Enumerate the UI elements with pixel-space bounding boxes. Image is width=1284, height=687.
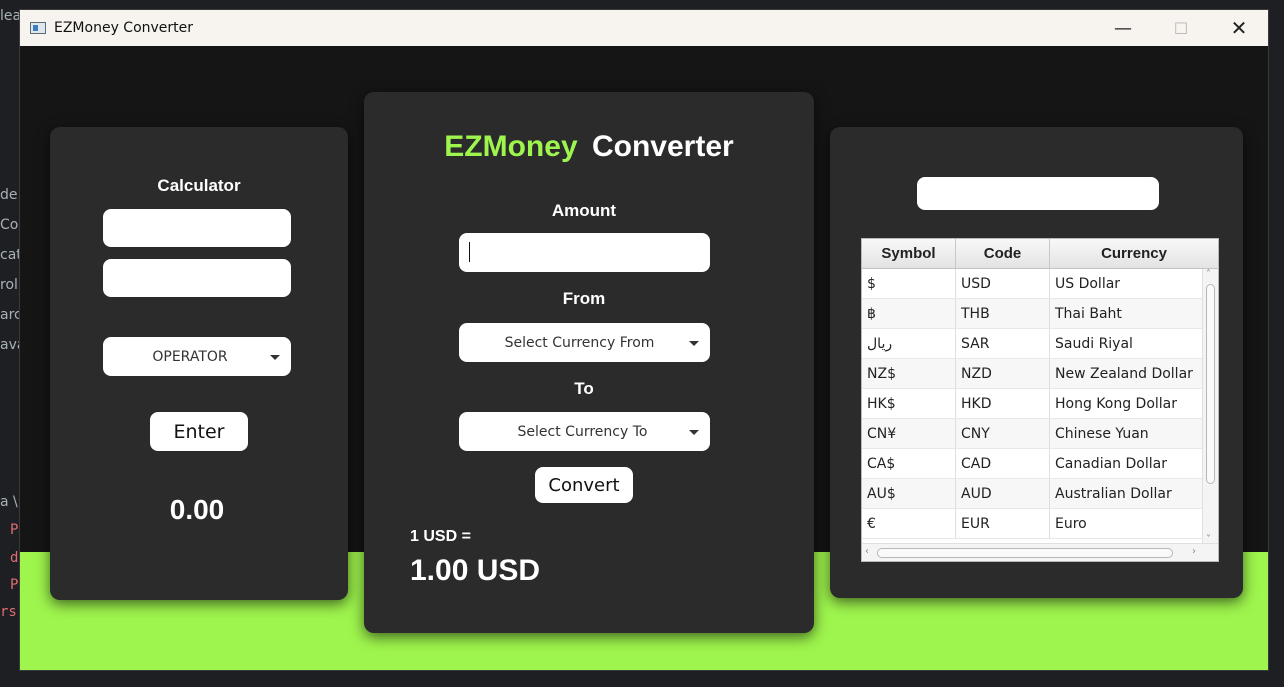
minimize-button[interactable]: — [1094, 10, 1152, 46]
scroll-up-icon[interactable]: ˄ [1206, 269, 1211, 280]
ide-fragment: rs [0, 604, 17, 620]
ide-fragment: P [10, 522, 19, 538]
table-row[interactable]: ฿ THB Thai Baht [862, 299, 1202, 329]
scroll-left-icon[interactable]: ‹ [865, 546, 869, 557]
enter-button[interactable]: Enter [150, 412, 248, 451]
convert-button[interactable]: Convert [535, 467, 633, 503]
cell-currency: Euro [1055, 515, 1087, 532]
cell-code: HKD [956, 389, 1050, 418]
operator-select-label: OPERATOR [152, 348, 228, 365]
table-row[interactable]: € EUR Euro [862, 509, 1202, 539]
table-row[interactable]: AU$ AUD Australian Dollar [862, 479, 1202, 509]
table-row[interactable]: CA$ CAD Canadian Dollar [862, 449, 1202, 479]
converter-card: EZMoney Converter Amount From Select Cur… [364, 92, 814, 633]
operator-select[interactable]: OPERATOR [103, 337, 291, 376]
cell-currency: New Zealand Dollar [1055, 365, 1193, 382]
cell-code: AUD [956, 479, 1050, 508]
table-row[interactable]: CN¥ CNY Chinese Yuan [862, 419, 1202, 449]
cell-currency: Saudi Riyal [1055, 335, 1133, 352]
cell-symbol: HK$ [862, 389, 956, 418]
cell-currency: Australian Dollar [1055, 485, 1172, 502]
table-row[interactable]: NZ$ NZD New Zealand Dollar [862, 359, 1202, 389]
title-bar[interactable]: EZMoney Converter — ☐ ✕ [20, 10, 1268, 46]
column-header-currency[interactable]: Currency [1050, 239, 1218, 268]
cell-currency: Chinese Yuan [1055, 425, 1149, 442]
calculator-card: Calculator OPERATOR Enter 0.00 [50, 127, 348, 600]
currency-table-card: Symbol Code Currency $ USD US Dollar ฿ THB Th… [830, 127, 1243, 598]
cell-code: USD [956, 269, 1050, 298]
column-header-symbol[interactable]: Symbol [862, 239, 956, 268]
chevron-down-icon [689, 340, 699, 346]
cell-code: NZD [956, 359, 1050, 388]
maximize-button[interactable]: ☐ [1152, 10, 1210, 46]
cell-symbol: NZ$ [862, 359, 956, 388]
amount-label: Amount [551, 201, 617, 220]
column-header-code[interactable]: Code [956, 239, 1050, 268]
app-window: EZMoney Converter — ☐ ✕ Calculator OPERA… [19, 9, 1269, 671]
search-input[interactable] [917, 177, 1159, 210]
from-label: From [562, 289, 606, 308]
horizontal-scroll-thumb[interactable] [877, 548, 1173, 558]
ide-fragment: a \ [0, 494, 18, 510]
title-brand: EZMoney [444, 130, 578, 163]
cell-code: CNY [956, 419, 1050, 448]
vertical-scrollbar[interactable]: ˄ ˅ [1202, 269, 1218, 545]
currency-from-select-label: Select Currency From [504, 334, 655, 351]
rate-label: 1 USD = [410, 528, 471, 545]
table-header: Symbol Code Currency [862, 239, 1218, 269]
ide-fragment: de [0, 187, 18, 203]
ide-fragment: d [10, 550, 19, 566]
chevron-down-icon [270, 354, 280, 360]
rate-result: 1.00 USD [410, 554, 541, 587]
table-row[interactable]: ريال SAR Saudi Riyal [862, 329, 1202, 359]
text-caret [469, 242, 470, 262]
currency-table[interactable]: Symbol Code Currency $ USD US Dollar ฿ THB Th… [861, 238, 1219, 562]
cell-symbol: CN¥ [862, 419, 956, 448]
converter-title: EZMoney Converter [364, 130, 814, 164]
close-button[interactable]: ✕ [1210, 10, 1268, 46]
ide-fragment: lea [0, 8, 22, 24]
app-icon [30, 22, 46, 34]
currency-to-select[interactable]: Select Currency To [459, 412, 710, 451]
calculator-title: Calculator [157, 176, 241, 195]
table-row[interactable]: HK$ HKD Hong Kong Dollar [862, 389, 1202, 419]
table-row[interactable]: $ USD US Dollar [862, 269, 1202, 299]
cell-symbol: CA$ [862, 449, 956, 478]
cell-symbol: € [862, 509, 956, 538]
cell-currency: Canadian Dollar [1055, 455, 1167, 472]
cell-symbol: AU$ [862, 479, 956, 508]
calculator-input-1[interactable] [103, 209, 291, 247]
cell-currency: Hong Kong Dollar [1055, 395, 1178, 412]
window-title: EZMoney Converter [54, 20, 194, 36]
chevron-down-icon [689, 429, 699, 435]
calculator-result: 0.00 [169, 494, 225, 525]
cell-symbol: ฿ [862, 299, 956, 328]
app-content: Calculator OPERATOR Enter 0.00 EZMoney C… [20, 46, 1268, 670]
cell-code: CAD [956, 449, 1050, 478]
cell-symbol: ريال [862, 329, 956, 358]
cell-currency: US Dollar [1055, 275, 1121, 292]
title-suffix: Converter [591, 130, 734, 163]
cell-currency: Thai Baht [1055, 305, 1122, 322]
currency-to-select-label: Select Currency To [517, 423, 648, 440]
ide-fragment: P [10, 577, 19, 593]
amount-input[interactable] [459, 233, 710, 272]
calculator-input-2[interactable] [103, 259, 291, 297]
cell-symbol: $ [862, 269, 956, 298]
table-body: $ USD US Dollar ฿ THB Thai Baht ريال SAR Saudi R… [862, 269, 1202, 539]
cell-code: SAR [956, 329, 1050, 358]
cell-code: EUR [956, 509, 1050, 538]
scroll-right-icon[interactable]: › [1192, 546, 1196, 557]
cell-code: THB [956, 299, 1050, 328]
currency-from-select[interactable]: Select Currency From [459, 323, 710, 362]
horizontal-scrollbar[interactable]: ‹ › [862, 543, 1218, 561]
to-label: To [574, 379, 594, 398]
vertical-scroll-thumb[interactable] [1206, 284, 1215, 484]
